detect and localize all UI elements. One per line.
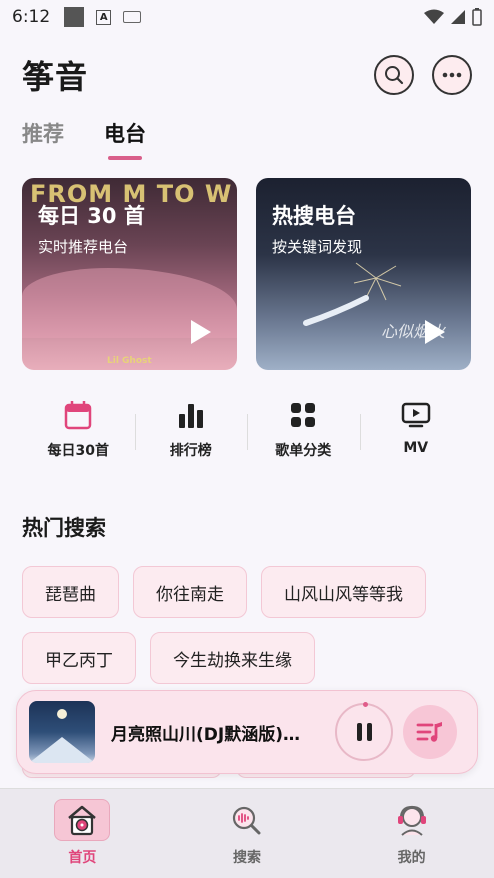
search-icon xyxy=(385,66,404,85)
signal-icon xyxy=(451,10,465,24)
more-icon xyxy=(442,72,462,78)
nav-search[interactable]: 搜索 xyxy=(165,789,330,878)
calendar-icon xyxy=(65,401,92,430)
shortcut-label: 每日30首 xyxy=(47,443,109,459)
progress-dot xyxy=(363,702,368,707)
shortcut-label: 排行榜 xyxy=(169,443,212,459)
profile-icon xyxy=(397,805,426,836)
app-title: 筝音 xyxy=(22,58,89,96)
status-bar: 6:12 A xyxy=(0,0,494,34)
nav-label: 我的 xyxy=(397,850,426,866)
hot-search-chip[interactable]: 你往南走 xyxy=(133,566,247,618)
shortcut-charts[interactable]: 排行榜 xyxy=(134,400,248,460)
shortcut-label: 歌单分类 xyxy=(275,443,332,459)
tab-recommend[interactable]: 推荐 xyxy=(22,118,64,160)
battery-icon xyxy=(472,8,482,26)
status-time: 6:12 xyxy=(12,7,51,27)
more-button[interactable] xyxy=(432,55,472,95)
card-title: 热搜电台 xyxy=(272,204,356,228)
play-icon[interactable] xyxy=(191,320,211,344)
daily-30-card[interactable]: FROM M TO W 每日 30 首 实时推荐电台 Lil Ghost xyxy=(22,178,237,370)
nav-icon-wrap xyxy=(54,799,111,841)
pause-icon xyxy=(356,723,372,741)
grid-icon xyxy=(291,403,316,427)
shortcut-playlist-categories[interactable]: 歌单分类 xyxy=(247,400,360,460)
mini-player[interactable]: 月亮照山川(DJ默涵版)… xyxy=(16,690,478,774)
radio-cards: FROM M TO W 每日 30 首 实时推荐电台 Lil Ghost 热搜电… xyxy=(22,178,471,370)
search-button[interactable] xyxy=(374,55,414,95)
nav-icon-wrap xyxy=(384,799,440,841)
hot-search-chips: 琵琶曲 你往南走 山风山风等等我 甲乙丙丁 今生劫换来生缘 xyxy=(22,566,472,684)
moon-art xyxy=(57,709,67,719)
nav-icon-wrap xyxy=(219,799,275,841)
hot-search-chip[interactable]: 今生劫换来生缘 xyxy=(150,632,315,684)
app-header: 筝音 xyxy=(22,50,472,100)
tab-bar: 推荐 电台 xyxy=(22,118,146,160)
shortcut-daily-30[interactable]: 每日30首 xyxy=(22,400,135,460)
nav-label: 首页 xyxy=(68,850,97,866)
card-title: 每日 30 首 xyxy=(38,204,145,228)
play-icon[interactable] xyxy=(425,320,445,344)
card-subtitle: 实时推荐电台 xyxy=(38,238,129,256)
card-subtitle: 按关键词发现 xyxy=(272,238,363,256)
nav-label: 搜索 xyxy=(233,850,261,866)
font-notification-icon: A xyxy=(96,9,112,25)
wifi-icon xyxy=(424,9,444,24)
hot-search-radio-card[interactable]: 热搜电台 按关键词发现 心似烟火 xyxy=(256,178,471,370)
hot-search-title: 热门搜索 xyxy=(22,516,106,540)
pause-button[interactable] xyxy=(335,702,393,761)
playlist-icon xyxy=(416,722,442,742)
hot-search-chip[interactable]: 琵琶曲 xyxy=(22,566,119,618)
tv-play-icon xyxy=(401,402,430,428)
nav-home[interactable]: 首页 xyxy=(0,789,165,878)
tab-radio[interactable]: 电台 xyxy=(104,118,146,160)
search-music-icon xyxy=(232,806,261,835)
bottom-navigation: 首页 搜索 我的 xyxy=(0,788,494,878)
hot-search-chip[interactable]: 甲乙丙丁 xyxy=(22,632,136,684)
shortcut-row: 每日30首 排行榜 歌单分类 MV xyxy=(22,400,472,460)
nav-profile[interactable]: 我的 xyxy=(329,789,494,878)
shortcut-label: MV xyxy=(403,440,429,456)
keyboard-icon xyxy=(123,11,142,23)
bar-chart-icon xyxy=(178,404,203,428)
album-cover[interactable] xyxy=(29,701,95,763)
mountain-art xyxy=(29,737,95,763)
notification-icon xyxy=(64,7,85,27)
shortcut-mv[interactable]: MV xyxy=(359,400,473,460)
hot-search-chip[interactable]: 山风山风等等我 xyxy=(261,566,426,618)
home-icon xyxy=(68,805,97,836)
playlist-button[interactable] xyxy=(403,705,457,759)
card-artist-tag: Lil Ghost xyxy=(107,356,152,366)
song-title[interactable]: 月亮照山川(DJ默涵版)… xyxy=(111,720,329,745)
